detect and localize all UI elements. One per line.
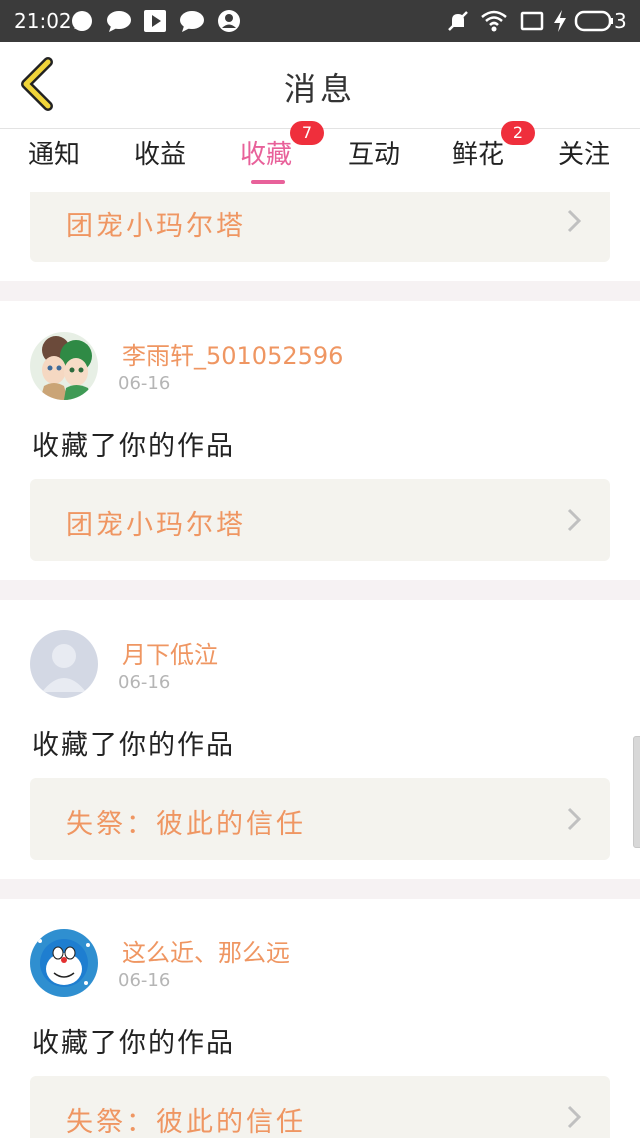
work-card[interactable]: 失祭：彼此的信任	[30, 778, 610, 860]
chevron-right-icon	[567, 807, 582, 831]
message-feed[interactable]: 团宠小玛尔塔 李雨轩_501052596 06-16 收藏了你的作品 团宠小玛尔…	[0, 192, 640, 1138]
message-date: 06-16	[118, 373, 171, 394]
message-icon	[180, 11, 204, 32]
username[interactable]: 李雨轩_501052596	[122, 336, 343, 371]
chevron-right-icon	[567, 209, 582, 233]
status-time: 21:02	[14, 9, 72, 33]
separator	[0, 281, 640, 301]
work-card[interactable]: 失祭：彼此的信任	[30, 1076, 610, 1138]
message-date: 06-16	[118, 672, 171, 693]
user-avatar[interactable]	[30, 929, 98, 997]
flowers-badge: 2	[501, 121, 535, 145]
action-text: 收藏了你的作品	[32, 730, 235, 761]
status-bar: 21:02 3	[0, 0, 640, 42]
screen-icon	[520, 11, 544, 31]
chevron-right-icon	[567, 508, 582, 532]
doraemon-avatar-icon[interactable]	[30, 929, 98, 997]
work-title: 团宠小玛尔塔	[66, 211, 246, 242]
favorites-badge: 7	[290, 121, 324, 145]
tab-notifications[interactable]: 通知	[28, 137, 80, 181]
action-text: 收藏了你的作品	[32, 431, 235, 462]
work-card[interactable]: 团宠小玛尔塔	[30, 192, 610, 262]
anime-avatar-icon[interactable]	[30, 332, 98, 400]
action-text: 收藏了你的作品	[32, 1028, 235, 1059]
tab-following[interactable]: 关注	[558, 137, 610, 181]
separator	[0, 879, 640, 899]
username[interactable]: 这么近、那么远	[122, 933, 290, 968]
message-date: 06-16	[118, 970, 171, 991]
play-icon	[144, 10, 166, 32]
battery-level: 3	[614, 9, 627, 33]
wifi-icon	[481, 10, 507, 32]
separator	[0, 580, 640, 600]
work-title: 团宠小玛尔塔	[66, 510, 246, 541]
account-icon	[218, 10, 240, 32]
tab-interactions[interactable]: 互动	[348, 137, 400, 181]
chat-bubble-icon	[72, 11, 92, 31]
work-card[interactable]: 团宠小玛尔塔	[30, 479, 610, 561]
page-title: 消息	[283, 70, 356, 108]
work-title: 失祭：彼此的信任	[66, 1107, 306, 1138]
tab-earnings[interactable]: 收益	[134, 137, 186, 181]
user-avatar[interactable]	[30, 630, 98, 698]
header: 消息	[0, 42, 640, 129]
work-title: 失祭：彼此的信任	[66, 809, 306, 840]
mute-icon	[448, 11, 468, 31]
user-avatar[interactable]	[30, 332, 98, 400]
edge-scroll-handle[interactable]	[633, 736, 640, 848]
battery-icon	[574, 10, 613, 32]
message-icon	[107, 11, 131, 32]
username[interactable]: 月下低泣	[122, 635, 218, 670]
active-tab-indicator	[251, 180, 285, 184]
charging-icon	[554, 10, 566, 32]
tab-flowers[interactable]: 鲜花	[452, 137, 504, 181]
tab-favorites[interactable]: 收藏	[240, 137, 292, 181]
default-avatar-icon[interactable]	[30, 630, 98, 698]
chevron-right-icon	[567, 1105, 582, 1129]
